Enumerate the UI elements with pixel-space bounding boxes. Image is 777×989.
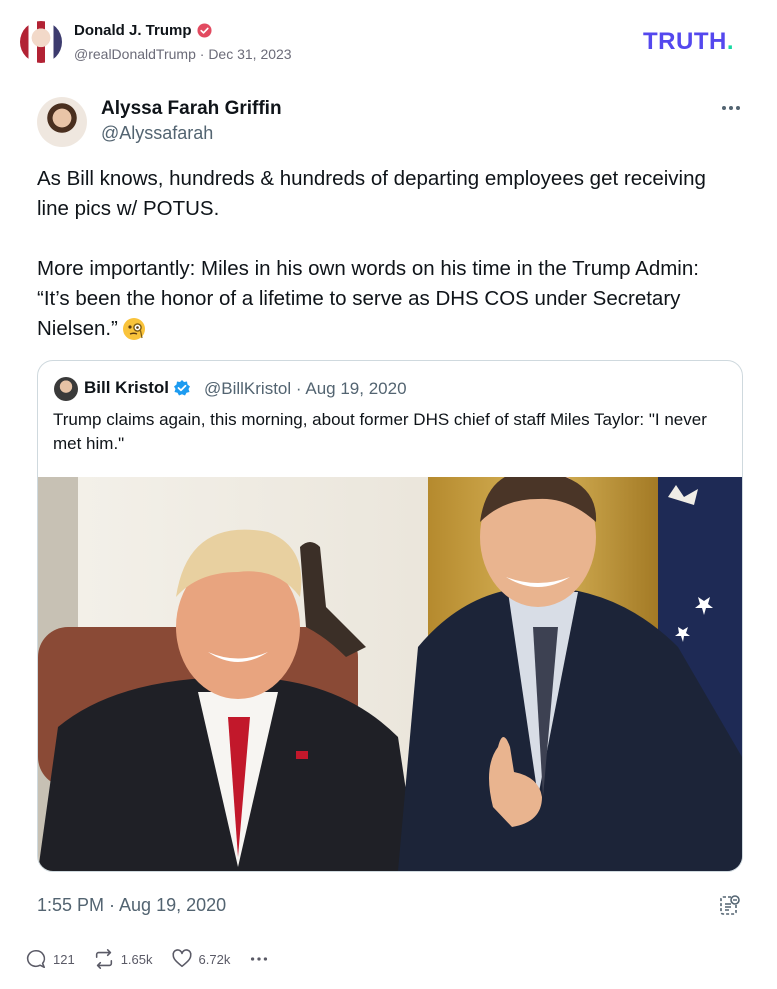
like-count: 6.72k: [198, 951, 231, 967]
truth-social-logo: TRUTH.: [643, 28, 734, 55]
heart-icon: [172, 949, 192, 968]
repost-button[interactable]: 1.65k: [93, 948, 153, 970]
tweet-author-handle: @Alyssafarah: [101, 123, 214, 143]
tweet-author-name: Alyssa Farah Griffin: [101, 98, 282, 119]
quoted-tweet-text: Trump claims again, this morning, about …: [53, 410, 707, 453]
grok-icon: [720, 895, 740, 915]
repost-icon: [95, 949, 112, 969]
more-options-icon: [722, 106, 740, 110]
quoted-author-handle: @BillKristol: [204, 379, 292, 398]
post-date[interactable]: Dec 31, 2023: [208, 46, 291, 62]
tweet-author-avatar: [37, 97, 87, 147]
verified-badge-icon: [174, 380, 191, 396]
quoted-author-avatar: [54, 377, 78, 401]
author-handle-date: @realDonaldTrump · Dec 31, 2023: [74, 46, 292, 62]
like-button[interactable]: 6.72k: [171, 948, 231, 970]
quoted-date: Aug 19, 2020: [305, 379, 407, 398]
author-handle[interactable]: @realDonaldTrump: [74, 46, 196, 62]
reply-button[interactable]: 121: [25, 948, 75, 970]
reply-icon: [26, 949, 46, 969]
quoted-author-name: Bill Kristol: [84, 378, 170, 397]
more-actions-button[interactable]: [248, 948, 270, 970]
verified-badge-icon: [196, 23, 212, 38]
author-name[interactable]: Donald J. Trump: [74, 22, 192, 39]
more-options-icon: [251, 957, 268, 961]
tweet-timestamp: 1:55 PM · Aug 19, 2020: [37, 895, 227, 915]
author-avatar[interactable]: [20, 21, 62, 63]
quoted-author-meta: @BillKristol · Aug 19, 2020: [204, 379, 407, 398]
quoted-tweet-card: Bill Kristol @BillKristol · Aug 19, 2020…: [37, 360, 743, 872]
repost-count: 1.65k: [120, 951, 153, 967]
quoted-tweet-photo: [38, 477, 742, 871]
tweet-text: As Bill knows, hundreds & hundreds of de…: [37, 167, 706, 340]
reply-count: 121: [53, 951, 75, 967]
author-name-row[interactable]: Donald J. Trump: [74, 22, 212, 39]
quoted-author-name-row: Bill Kristol: [84, 378, 191, 398]
post-action-bar: 121 1.65k 6.72k: [25, 947, 288, 971]
face-with-monocle-icon: [122, 318, 145, 340]
